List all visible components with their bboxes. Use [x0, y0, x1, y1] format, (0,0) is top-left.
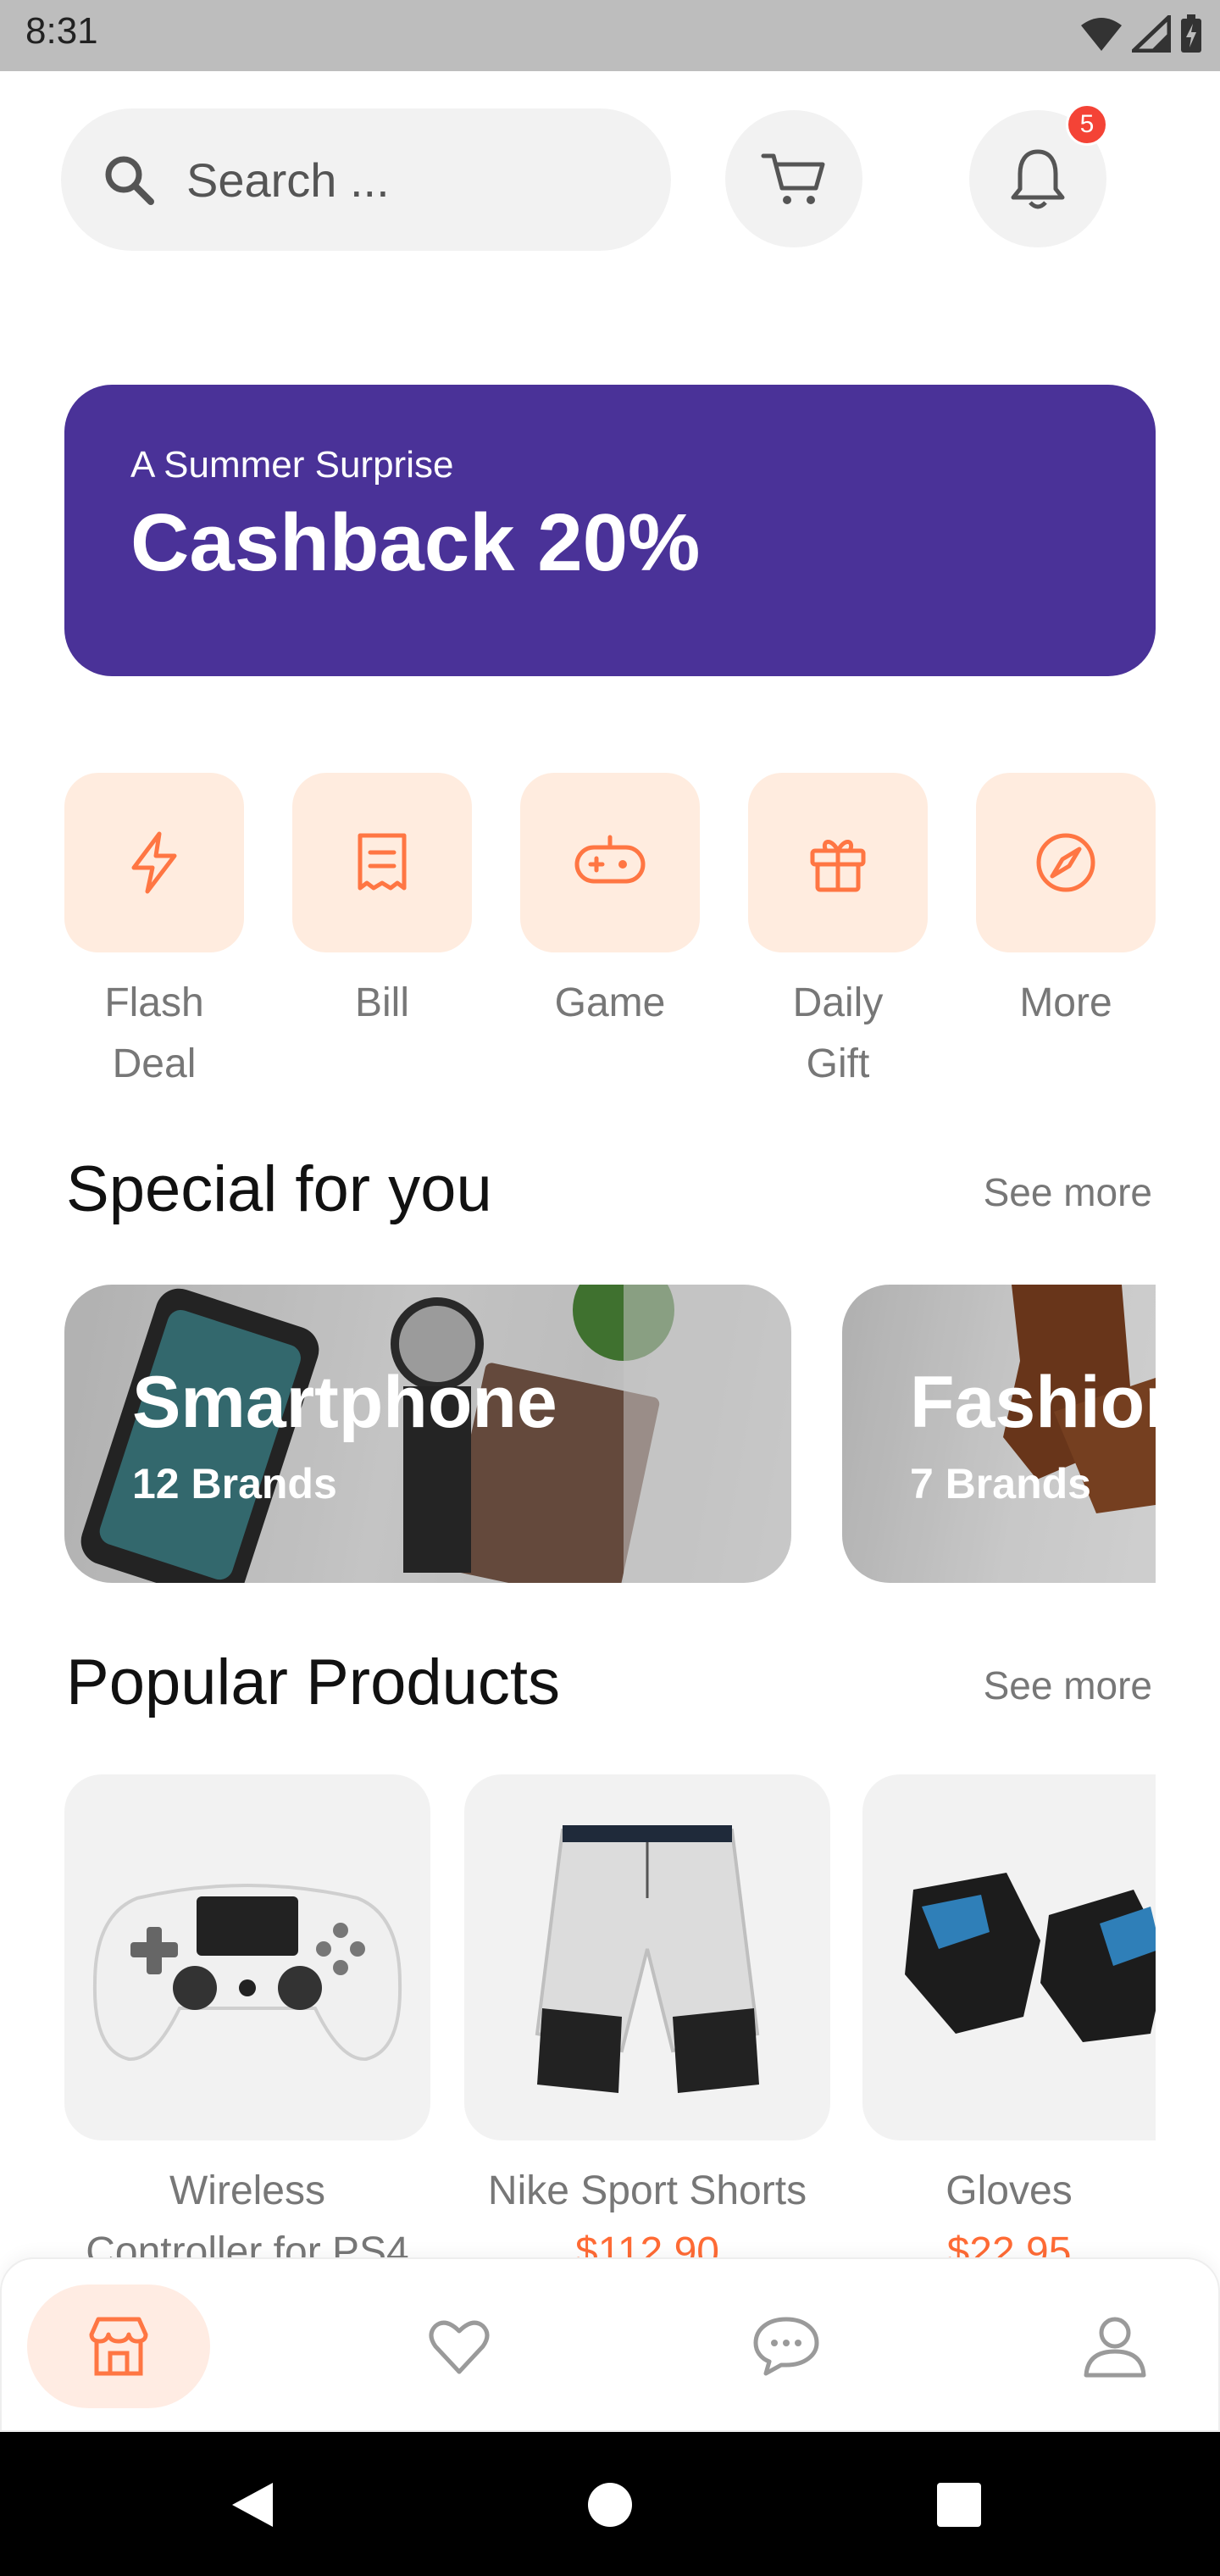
category-label: More: [1019, 980, 1112, 1025]
gift-icon: [810, 840, 866, 892]
promo-banner[interactable]: A Summer Surprise Cashback 20%: [64, 385, 1156, 676]
category-tile[interactable]: [292, 773, 472, 952]
notification-badge: 5: [1066, 103, 1108, 146]
special-card-brands: 7 Brands: [910, 1460, 1091, 1507]
controller-image: [92, 1884, 402, 2062]
shorts-image: [535, 1825, 760, 2093]
shop-icon: [89, 2317, 148, 2376]
product-image: [862, 1774, 1156, 2140]
category-tile[interactable]: [976, 773, 1156, 952]
search-icon: [105, 156, 154, 205]
recents-icon[interactable]: [937, 2483, 981, 2527]
system-navigation-bar: [0, 2432, 1220, 2576]
popular-section-title: Popular Products: [66, 1646, 560, 1718]
bottom-navigation: [0, 2257, 1220, 2432]
special-card-fashion[interactable]: Fashion 7 Brands: [842, 1285, 1156, 1583]
product-image: [64, 1774, 430, 2140]
search-input[interactable]: Search ...: [61, 108, 671, 251]
product-card[interactable]: Gloves $22.95: [862, 1774, 1156, 2283]
category-flash-deal[interactable]: Flash Deal: [64, 773, 244, 1095]
status-bar: 8:31: [0, 0, 1220, 71]
compass-icon: [1036, 833, 1095, 892]
signal-icon: [1132, 15, 1171, 53]
product-name: Gloves: [946, 2168, 1073, 2213]
cart-button[interactable]: [725, 110, 862, 247]
popular-see-more-link[interactable]: See more: [984, 1663, 1152, 1708]
category-more[interactable]: More: [976, 773, 1156, 1034]
cart-icon: [761, 153, 825, 204]
user-icon: [1084, 2317, 1146, 2378]
category-label: Game: [554, 980, 666, 1025]
category-game[interactable]: Game: [520, 773, 700, 1034]
nav-favorites[interactable]: [368, 2285, 551, 2408]
category-label: Bill: [354, 980, 409, 1025]
product-card[interactable]: Wireless Controller for PS4: [64, 1774, 430, 2283]
category-tile[interactable]: [520, 773, 700, 952]
banner-subtitle: A Summer Surprise: [130, 444, 454, 486]
heart-icon: [429, 2320, 490, 2374]
special-see-more-link[interactable]: See more: [984, 1169, 1152, 1215]
nav-profile[interactable]: [1023, 2285, 1206, 2408]
category-tile[interactable]: [64, 773, 244, 952]
status-icons: [1079, 14, 1203, 54]
category-label: Flash Deal: [104, 980, 204, 1086]
chat-icon: [753, 2317, 819, 2376]
home-icon[interactable]: [586, 2481, 634, 2529]
back-icon[interactable]: [229, 2479, 276, 2530]
category-tile[interactable]: [748, 773, 928, 952]
status-time: 8:31: [25, 10, 98, 52]
special-card-smartphone[interactable]: Smartphone 12 Brands: [64, 1285, 791, 1583]
game-icon: [574, 835, 646, 884]
special-section-title: Special for you: [66, 1153, 492, 1225]
category-daily-gift[interactable]: Daily Gift: [748, 773, 928, 1095]
special-card-brands: 12 Brands: [132, 1460, 337, 1507]
category-bill[interactable]: Bill: [292, 773, 472, 1034]
product-card[interactable]: Nike Sport Shorts $112.90: [464, 1774, 830, 2283]
special-card-name: Fashion: [910, 1362, 1156, 1443]
battery-icon: [1181, 14, 1201, 53]
search-placeholder: Search ...: [186, 153, 390, 207]
special-card-name: Smartphone: [132, 1362, 557, 1443]
banner-title: Cashback 20%: [130, 497, 701, 588]
bill-icon: [358, 833, 407, 891]
category-label: Daily Gift: [792, 980, 884, 1086]
wifi-icon: [1081, 18, 1122, 51]
nav-chat[interactable]: [695, 2285, 878, 2408]
gloves-image: [905, 1873, 1156, 2042]
nav-shop[interactable]: [27, 2285, 210, 2408]
bell-icon: [1011, 149, 1065, 209]
product-name: Nike Sport Shorts: [487, 2168, 807, 2213]
flash-icon: [131, 831, 177, 894]
product-image: [464, 1774, 830, 2140]
